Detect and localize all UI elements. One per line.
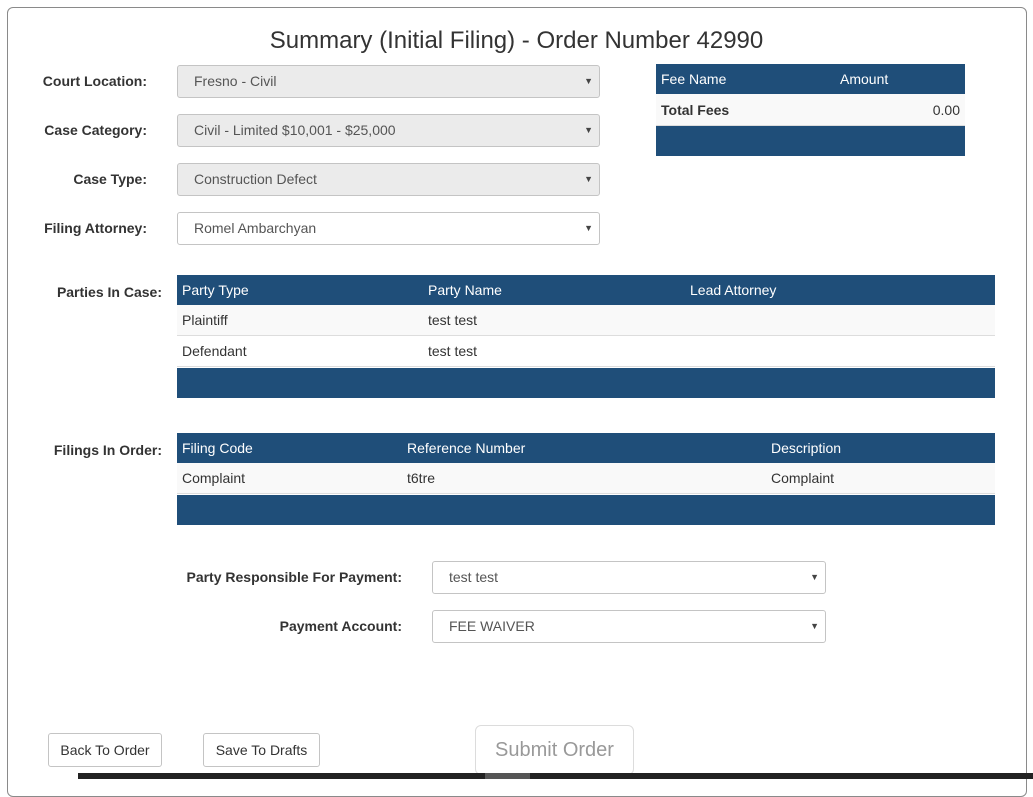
column-header-filing-code: Filing Code (182, 440, 253, 456)
description-cell: Complaint (771, 470, 835, 486)
chevron-down-icon: ▼ (810, 621, 819, 631)
chevron-down-icon: ▼ (584, 174, 593, 184)
column-header-lead-attorney: Lead Attorney (690, 282, 777, 298)
column-header-reference-number: Reference Number (407, 440, 526, 456)
parties-table-footer (177, 368, 995, 398)
chevron-down-icon: ▼ (810, 572, 819, 582)
fees-table-footer (656, 126, 965, 156)
case-type-select[interactable]: Construction Defect ▼ (177, 163, 600, 196)
filing-attorney-label: Filing Attorney: (44, 220, 147, 236)
taskbar-strip (78, 773, 1033, 779)
table-row: Defendant test test (177, 336, 995, 367)
save-to-drafts-button[interactable]: Save To Drafts (203, 733, 320, 767)
chevron-down-icon: ▼ (584, 223, 593, 233)
fees-total-row: Total Fees 0.00 (656, 94, 965, 126)
party-name-cell: test test (428, 343, 478, 359)
fees-table-header: Fee Name Amount (656, 64, 965, 94)
total-fees-label: Total Fees (661, 102, 730, 118)
reference-number-cell: t6tre (407, 470, 436, 486)
submit-order-button[interactable]: Submit Order (475, 725, 634, 775)
payment-account-value: FEE WAIVER (449, 618, 535, 634)
payment-account-select[interactable]: FEE WAIVER ▼ (432, 610, 826, 643)
page-title: Summary (Initial Filing) - Order Number … (269, 27, 764, 54)
payment-account-label: Payment Account: (279, 618, 402, 634)
court-location-label: Court Location: (42, 73, 147, 89)
filing-attorney-value: Romel Ambarchyan (194, 220, 317, 236)
payment-party-value: test test (449, 569, 499, 585)
column-header-fee-name: Fee Name (661, 71, 727, 87)
party-type-cell: Plaintiff (182, 312, 228, 328)
court-location-select[interactable]: Fresno - Civil ▼ (177, 65, 600, 98)
column-header-party-type: Party Type (182, 282, 249, 298)
total-fees-value: 0.00 (932, 102, 960, 118)
filings-table-header: Filing Code Reference Number Description (177, 433, 995, 463)
back-to-order-button[interactable]: Back To Order (48, 733, 162, 767)
case-category-select[interactable]: Civil - Limited $10,001 - $25,000 ▼ (177, 114, 600, 147)
chevron-down-icon: ▼ (584, 76, 593, 86)
filings-table-footer (177, 495, 995, 525)
payment-party-label: Party Responsible For Payment: (186, 569, 402, 585)
filing-code-cell: Complaint (182, 470, 246, 486)
court-location-value: Fresno - Civil (194, 73, 277, 89)
column-header-amount: Amount (840, 71, 889, 87)
table-row: Complaint t6tre Complaint (177, 463, 995, 494)
case-category-value: Civil - Limited $10,001 - $25,000 (194, 122, 396, 138)
filing-attorney-select[interactable]: Romel Ambarchyan ▼ (177, 212, 600, 245)
column-header-party-name: Party Name (428, 282, 502, 298)
case-category-label: Case Category: (44, 122, 147, 138)
parties-label: Parties In Case: (56, 284, 162, 300)
case-type-label: Case Type: (73, 171, 147, 187)
party-type-cell: Defendant (182, 343, 247, 359)
column-header-description: Description (771, 440, 842, 456)
party-name-cell: test test (428, 312, 478, 328)
case-type-value: Construction Defect (194, 171, 317, 187)
chevron-down-icon: ▼ (584, 125, 593, 135)
filings-label: Filings In Order: (53, 442, 162, 458)
payment-party-select[interactable]: test test ▼ (432, 561, 826, 594)
taskbar-segment (485, 773, 530, 779)
table-row: Plaintiff test test (177, 305, 995, 336)
parties-table-header: Party Type Party Name Lead Attorney (177, 275, 995, 305)
